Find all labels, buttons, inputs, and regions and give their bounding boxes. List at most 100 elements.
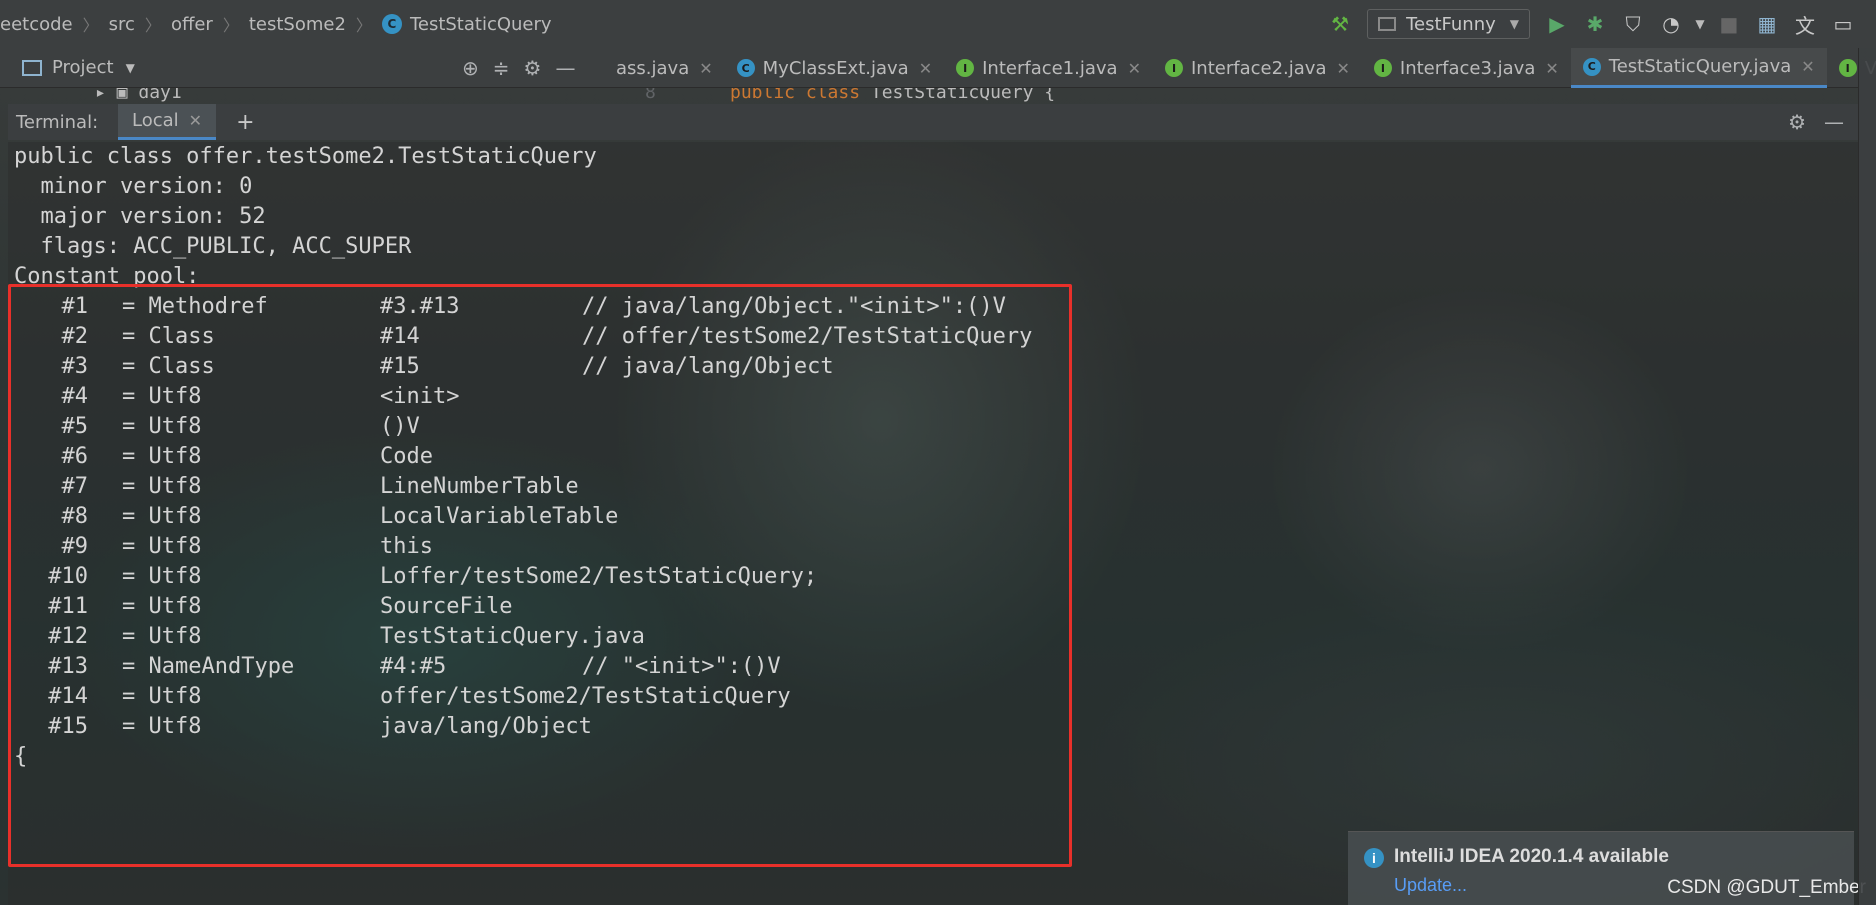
notification-title: IntelliJ IDEA 2020.1.4 available xyxy=(1394,846,1669,867)
translate-icon[interactable]: 文 xyxy=(1786,0,1824,48)
cp-comment: // offer/testSome2/TestStaticQuery xyxy=(582,324,1033,349)
breadcrumb-src[interactable]: src xyxy=(109,14,135,35)
cp-type: = Utf8 xyxy=(122,594,202,619)
breadcrumb-project[interactable]: eetcode xyxy=(0,14,73,35)
tab-myclassext-java[interactable]: C MyClassExt.java ✕ xyxy=(725,48,944,88)
cp-value: LineNumberTable xyxy=(380,474,579,499)
cp-index: #4 xyxy=(61,384,89,409)
project-structure-icon[interactable]: ▦ xyxy=(1748,0,1786,48)
cp-value: #4:#5 xyxy=(380,654,447,679)
hide-minus-icon[interactable]: — xyxy=(555,56,575,80)
interface-icon: I xyxy=(956,59,975,77)
stop-icon[interactable]: ■ xyxy=(1710,0,1748,48)
output-line: major version: 52 xyxy=(14,204,266,229)
cp-index: #7 xyxy=(61,474,89,499)
cp-type: = Utf8 xyxy=(122,684,202,709)
interface-icon: I xyxy=(1165,59,1183,77)
tab-interface2-java[interactable]: I Interface2.java ✕ xyxy=(1153,48,1362,88)
terminal-window-icon[interactable]: ▭ xyxy=(1824,0,1862,48)
close-icon[interactable]: ✕ xyxy=(1128,59,1141,78)
tab-interface1-java[interactable]: I Interface1.java ✕ xyxy=(944,48,1153,88)
class-icon: C xyxy=(381,14,402,34)
tab-interface3-java[interactable]: I Interface3.java ✕ xyxy=(1362,48,1571,88)
cp-value: TestStaticQuery.java xyxy=(380,624,645,649)
close-icon[interactable]: ✕ xyxy=(189,111,202,130)
chevron-right-icon: 〉 xyxy=(355,16,372,35)
cp-value: this xyxy=(380,534,433,559)
coverage-shield-icon[interactable]: ⛉ xyxy=(1614,0,1652,48)
chevron-right-icon: 〉 xyxy=(222,16,239,35)
run-icon[interactable]: ▶ xyxy=(1538,0,1576,48)
code-keyword: public class xyxy=(730,88,861,102)
editor-tabs: ass.java ✕ C MyClassExt.java ✕ I Interfa… xyxy=(616,48,1876,88)
breadcrumb-class[interactable]: TestStaticQuery xyxy=(410,14,552,35)
cp-index: #12 xyxy=(48,624,88,649)
interface-icon: I xyxy=(1838,59,1857,77)
tab-label: MyClassExt.java xyxy=(762,57,909,79)
cp-index: #10 xyxy=(48,564,88,589)
breadcrumb: eetcode 〉 src 〉 offer 〉 testSome2 〉 C Te… xyxy=(0,12,552,36)
gear-icon[interactable]: ⚙ xyxy=(524,56,542,80)
cp-type: = Class xyxy=(122,324,215,349)
tab-ass-java[interactable]: ass.java ✕ xyxy=(616,48,725,88)
project-toolbar: ⊕ ≑ ⚙ — xyxy=(462,48,575,88)
run-configuration-label: TestFunny xyxy=(1406,13,1496,35)
terminal-tab-label: Local xyxy=(132,110,179,131)
run-configuration-select[interactable]: TestFunny ▼ xyxy=(1367,9,1530,39)
cp-type: = Utf8 xyxy=(122,414,202,439)
tab-label: TestStaticQuery.java xyxy=(1608,56,1792,77)
cp-index: #3 xyxy=(61,354,89,379)
run-toolbar: ⚒ TestFunny ▼ ▶ ✱ ⛉ ◔ ▼ ■ ▦ 文 ▭ xyxy=(1321,0,1876,48)
tab-label: Interface2.java xyxy=(1191,57,1327,79)
code-rest: TestStaticQuery { xyxy=(860,88,1056,102)
cp-index: #5 xyxy=(61,414,89,439)
close-icon[interactable]: ✕ xyxy=(1336,59,1349,78)
cp-type: = Utf8 xyxy=(122,624,202,649)
cp-type: = Utf8 xyxy=(122,534,202,559)
gear-icon[interactable]: ⚙ xyxy=(1788,110,1806,134)
cp-comment: // java/lang/Object xyxy=(582,354,834,379)
breadcrumb-testsome2[interactable]: testSome2 xyxy=(249,14,346,35)
collapse-all-icon[interactable]: ≑ xyxy=(493,56,510,80)
search-icon[interactable] xyxy=(1862,0,1876,48)
project-label: Project xyxy=(52,57,114,78)
output-line: minor version: 0 xyxy=(14,174,253,199)
terminal-output[interactable]: public class offer.testSome2.TestStaticQ… xyxy=(8,142,1858,905)
close-icon[interactable]: ✕ xyxy=(1545,59,1558,78)
code-line: public class TestStaticQuery { xyxy=(730,88,1055,102)
tab-label: Interface1.java xyxy=(982,57,1118,79)
cp-index: #1 xyxy=(61,294,89,319)
update-link[interactable]: Update... xyxy=(1394,875,1467,896)
cp-index: #2 xyxy=(61,324,89,349)
cp-index: #15 xyxy=(48,714,88,739)
close-icon[interactable]: ✕ xyxy=(1801,57,1814,76)
application-config-icon xyxy=(1378,17,1397,31)
chevron-down-icon: ▼ xyxy=(1509,17,1519,31)
right-tool-strip xyxy=(1858,48,1876,905)
close-icon[interactable]: ✕ xyxy=(699,59,712,78)
navigation-bar: eetcode 〉 src 〉 offer 〉 testSome2 〉 C Te… xyxy=(0,0,1876,48)
cp-type: = Utf8 xyxy=(122,714,202,739)
build-hammer-icon[interactable]: ⚒ xyxy=(1321,0,1359,48)
hide-minus-icon[interactable]: — xyxy=(1824,110,1844,134)
more-run-options-icon[interactable]: ▼ xyxy=(1690,0,1710,48)
profile-icon[interactable]: ◔ xyxy=(1652,0,1690,48)
project-tree-item[interactable]: ▸ ▣ day1 xyxy=(95,88,182,102)
editor-peek: ▸ ▣ day1 8 public class TestStaticQuery … xyxy=(0,88,1858,102)
breadcrumb-offer[interactable]: offer xyxy=(171,14,213,35)
new-terminal-plus-icon[interactable]: + xyxy=(236,110,254,135)
chevron-right-icon: 〉 xyxy=(82,16,99,35)
cp-value: Code xyxy=(380,444,433,469)
tab-teststaticquery-java[interactable]: C TestStaticQuery.java ✕ xyxy=(1570,48,1827,88)
terminal-tab-local[interactable]: Local ✕ xyxy=(118,104,217,140)
locate-crosshair-icon[interactable]: ⊕ xyxy=(462,56,479,80)
cp-value: SourceFile xyxy=(380,594,513,619)
cp-type: = Utf8 xyxy=(122,564,202,589)
close-icon[interactable]: ✕ xyxy=(919,59,932,78)
output-line: flags: ACC_PUBLIC, ACC_SUPER xyxy=(14,234,412,259)
debug-bug-icon[interactable]: ✱ xyxy=(1576,0,1614,48)
cp-value: #14 xyxy=(380,324,420,349)
cp-index: #8 xyxy=(61,504,89,529)
chevron-down-icon: ▼ xyxy=(125,60,135,75)
tab-label: Interface3.java xyxy=(1399,57,1536,79)
